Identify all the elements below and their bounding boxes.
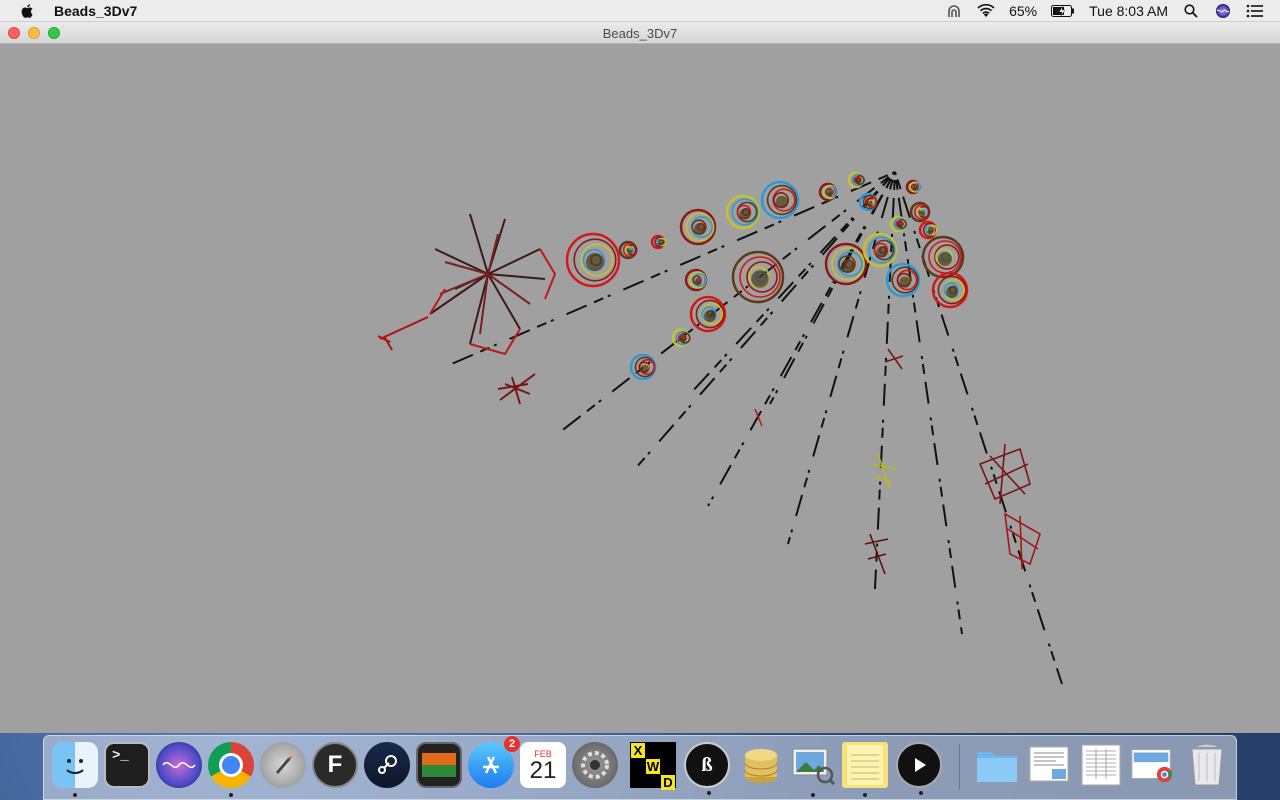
app-window: Beads_3Dv7: [0, 22, 1280, 733]
downloads-folder-icon[interactable]: [974, 742, 1020, 788]
system-preferences-icon[interactable]: [572, 742, 618, 788]
crossword-letter: D: [661, 775, 675, 790]
b3-icon[interactable]: ß: [684, 742, 730, 795]
spreadsheet-stack-icon[interactable]: [1078, 742, 1124, 788]
finder-icon[interactable]: [52, 742, 98, 797]
bead-cluster: [909, 201, 931, 223]
bead-cluster: [565, 232, 621, 288]
fontforge-icon[interactable]: F: [312, 742, 358, 788]
window-title: Beads_3Dv7: [602, 26, 678, 41]
bead-cluster: [918, 220, 938, 240]
bead-cluster: [671, 328, 691, 348]
window-titlebar[interactable]: Beads_3Dv7: [0, 22, 1280, 44]
bead-strand-line: [894, 171, 1063, 685]
steam-icon[interactable]: [364, 742, 410, 788]
bead-cluster: [921, 235, 965, 279]
bead-cluster: [889, 215, 907, 233]
chrome-document-icon[interactable]: [1130, 742, 1176, 788]
player-icon[interactable]: [896, 742, 942, 795]
bead-strands: [439, 171, 1063, 685]
crossword-letter: W: [646, 759, 660, 774]
3d-beads-scene[interactable]: [0, 44, 1280, 733]
terminal-icon[interactable]: >_: [104, 742, 150, 788]
app-name-menu[interactable]: Beads_3Dv7: [54, 3, 137, 19]
bead-cluster: [679, 208, 717, 246]
apple-menu-icon[interactable]: [20, 3, 36, 19]
bead-strand-line: [554, 171, 896, 437]
spotlight-search-icon[interactable]: [1182, 3, 1200, 19]
dock: >_ F 2 FEB 21 X W D ß: [43, 735, 1237, 800]
scattered-cluster-right: [754, 348, 1041, 575]
launchpad-icon[interactable]: [260, 742, 306, 788]
app-store-icon[interactable]: 2: [468, 736, 520, 788]
dock-separator: [959, 744, 960, 790]
chrome-icon[interactable]: [208, 742, 254, 797]
calendar-day: 21: [529, 757, 557, 784]
notification-center-icon[interactable]: [1246, 3, 1264, 19]
bead-cluster: [684, 268, 708, 292]
bead-clusters: [565, 171, 969, 381]
spiky-bead-cluster: [377, 213, 557, 356]
bead-cluster: [931, 271, 969, 309]
battery-percent[interactable]: 65%: [1009, 3, 1037, 19]
siri-menu-icon[interactable]: [1214, 3, 1232, 19]
menu-clock[interactable]: Tue 8:03 AM: [1089, 3, 1168, 19]
trash-icon[interactable]: [1184, 742, 1230, 788]
bead-cluster: [689, 295, 727, 333]
airdrop-icon[interactable]: [945, 3, 963, 19]
crossword-icon[interactable]: X W D: [630, 742, 676, 790]
preview-icon[interactable]: [790, 742, 836, 797]
app-store-badge: 2: [504, 736, 520, 752]
siri-icon[interactable]: [156, 742, 202, 788]
bead-strand-line: [894, 171, 963, 635]
bead-strand-line: [787, 171, 896, 545]
image-viewer-icon[interactable]: [416, 742, 462, 788]
bead-cluster: [858, 192, 878, 212]
bead-cluster: [847, 171, 865, 189]
notes-icon[interactable]: [842, 742, 888, 797]
bead-cluster: [629, 353, 657, 381]
bead-cluster: [725, 194, 761, 230]
bead-cluster: [905, 179, 922, 195]
bead-cluster: [824, 242, 868, 286]
bead-cluster: [885, 262, 921, 298]
database-icon[interactable]: [738, 742, 784, 788]
document-stack-icon[interactable]: [1026, 742, 1072, 788]
bead-cluster: [650, 234, 667, 250]
calendar-icon[interactable]: FEB 21: [520, 742, 566, 788]
bead-strand-line: [634, 171, 896, 470]
small-red-cluster: [497, 373, 536, 405]
bead-cluster: [618, 240, 638, 260]
crossword-letter: X: [631, 743, 645, 758]
menu-bar: Beads_3Dv7 65% Tue 8:03 AM: [0, 0, 1280, 22]
bead-cluster: [731, 250, 785, 304]
battery-charging-icon[interactable]: [1051, 3, 1075, 19]
bead-cluster: [760, 180, 800, 220]
wifi-icon[interactable]: [977, 3, 995, 19]
bead-cluster: [818, 182, 838, 202]
